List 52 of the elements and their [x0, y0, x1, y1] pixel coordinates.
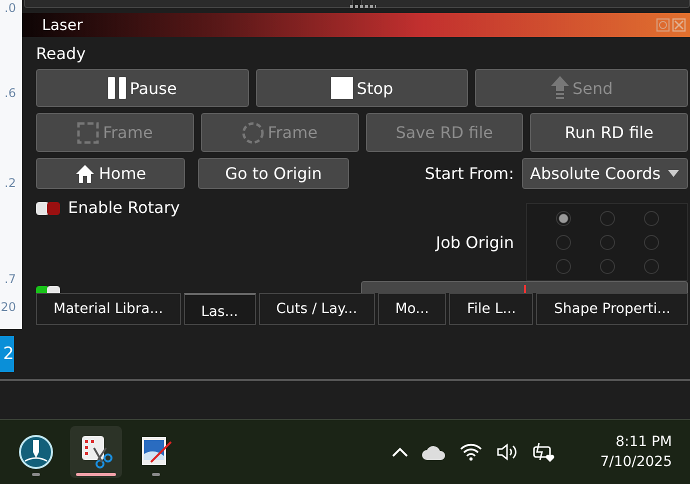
dashed-square-icon — [76, 122, 99, 144]
dashed-circle-icon — [242, 122, 264, 144]
page-number-badge: 2 — [0, 336, 14, 372]
wifi-icon[interactable] — [460, 443, 482, 462]
dropdown-caret-icon — [668, 170, 679, 177]
cloud-icon[interactable] — [422, 444, 446, 460]
panel-tab[interactable]: File L... — [449, 293, 534, 325]
start-from-dropdown[interactable]: Absolute Coords — [522, 158, 688, 189]
battery-saver-icon[interactable] — [532, 441, 556, 464]
panel-tab[interactable]: Cuts / Lay... — [258, 293, 375, 325]
control-button[interactable]: Stop — [256, 69, 468, 107]
origin-radio[interactable] — [600, 210, 614, 226]
close-icon[interactable] — [672, 18, 686, 32]
house-icon — [74, 164, 95, 184]
up-arrow-icon — [550, 76, 569, 100]
job-origin-label: Job Origin — [436, 232, 514, 252]
origin-radio[interactable] — [644, 210, 658, 226]
origin-radio[interactable] — [600, 234, 614, 250]
panel-tab[interactable]: Shape Properti... — [536, 293, 688, 325]
home-button[interactable]: Home — [36, 158, 185, 189]
panel-tab[interactable]: Las... — [184, 293, 256, 325]
go-to-origin-button[interactable]: Go to Origin — [198, 158, 349, 189]
ruler-label: .7 — [4, 272, 16, 286]
stop-icon — [330, 77, 353, 99]
panel-title: Laser — [42, 16, 83, 34]
origin-radio[interactable] — [644, 258, 658, 274]
origin-radio[interactable] — [556, 210, 570, 226]
ruler-label: .2 — [4, 176, 16, 190]
pause-icon — [108, 77, 126, 99]
enable-rotary-label: Enable Rotary — [68, 198, 180, 217]
control-button[interactable]: Pause — [36, 69, 249, 107]
toggle-switch[interactable] — [36, 202, 60, 215]
float-icon[interactable] — [656, 18, 670, 32]
chevron-up-icon[interactable] — [392, 447, 408, 458]
frame-button[interactable]: Run RD file — [530, 113, 688, 152]
clock-time[interactable]: 8:11 PM — [616, 432, 672, 452]
origin-radio[interactable] — [556, 258, 570, 274]
origin-radio[interactable] — [556, 234, 570, 250]
speaker-icon[interactable] — [496, 443, 518, 462]
panel-tab[interactable]: Material Libra... — [36, 293, 181, 325]
ruler-label: .0 — [4, 1, 16, 15]
ruler-label: .6 — [4, 86, 16, 100]
status-text: Ready — [36, 43, 87, 65]
clock-date[interactable]: 7/10/2025 — [600, 452, 672, 472]
drag-handle[interactable] — [350, 5, 376, 8]
origin-radio[interactable] — [600, 258, 614, 274]
taskbar-app-button[interactable] — [70, 426, 122, 478]
start-from-label: Start From: — [424, 164, 514, 183]
origin-radio[interactable] — [644, 234, 658, 250]
ruler-label: 20 — [0, 300, 16, 314]
panel-tab[interactable]: Mo... — [378, 293, 446, 325]
laser-app-icon — [19, 435, 53, 470]
